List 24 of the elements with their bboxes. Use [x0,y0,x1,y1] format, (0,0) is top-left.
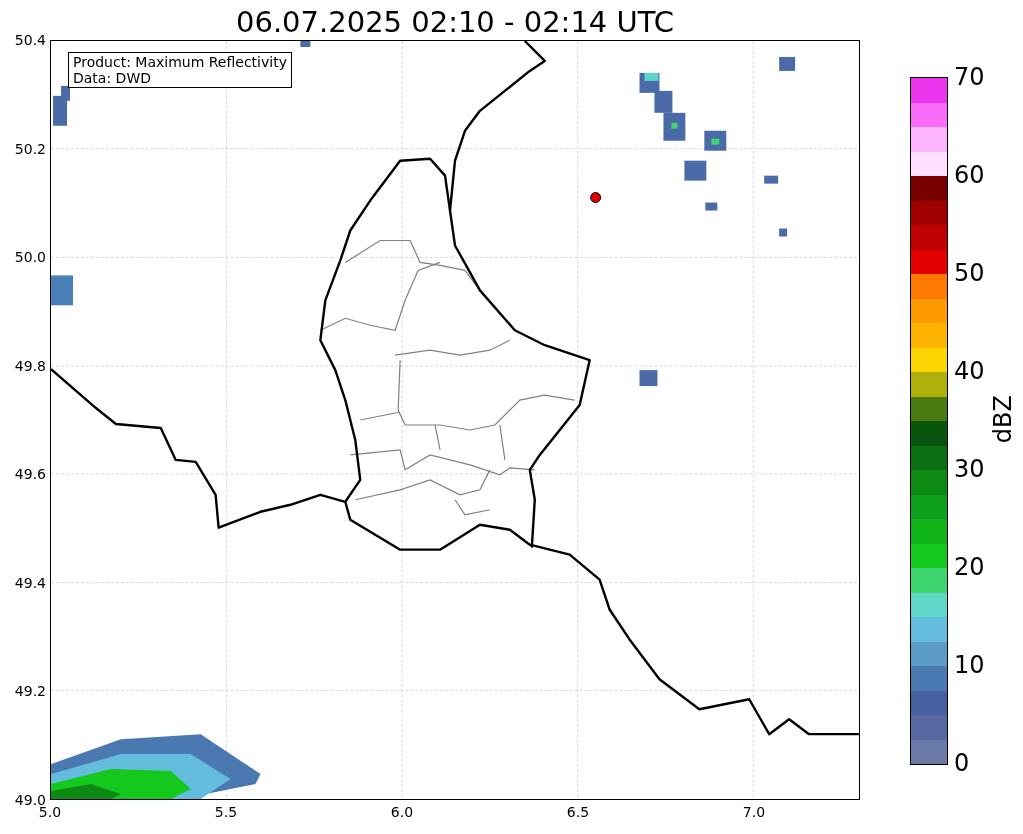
colorbar-tick-label: 50 [954,260,985,286]
chart-title: 06.07.2025 02:10 - 02:14 UTC [236,4,674,40]
y-tick-label: 50.2 [14,140,46,157]
colorbar-tick-label: 70 [954,64,985,90]
colorbar-tick-label: 20 [954,554,985,580]
location-marker [590,192,602,204]
y-tick-label: 49.8 [14,357,46,374]
colorbar-label: dBZ [988,395,1018,444]
colorbar-tick-label: 0 [954,750,970,776]
y-tick-label: 49.4 [14,574,46,591]
colorbar-tick-label: 40 [954,358,985,384]
x-tick-label: 6.0 [389,804,415,820]
annotation-text: Product: Maximum Reflectivity [73,54,287,70]
y-tick-label: 50.4 [14,32,46,48]
annotation-text: Data: DWD [73,70,152,86]
x-tick-label: 7.0 [741,804,767,820]
colorbar-tick-label: 30 [954,456,985,482]
x-tick-label: 5.5 [213,804,239,820]
y-tick-label: 49.6 [14,466,46,483]
colorbar-tick-label: 10 [954,652,985,678]
y-tick-label: 49.2 [14,683,46,700]
x-tick-label: 6.5 [565,804,591,820]
y-tick-label: 50.0 [14,249,46,266]
colorbar-tick-label: 60 [954,162,985,188]
